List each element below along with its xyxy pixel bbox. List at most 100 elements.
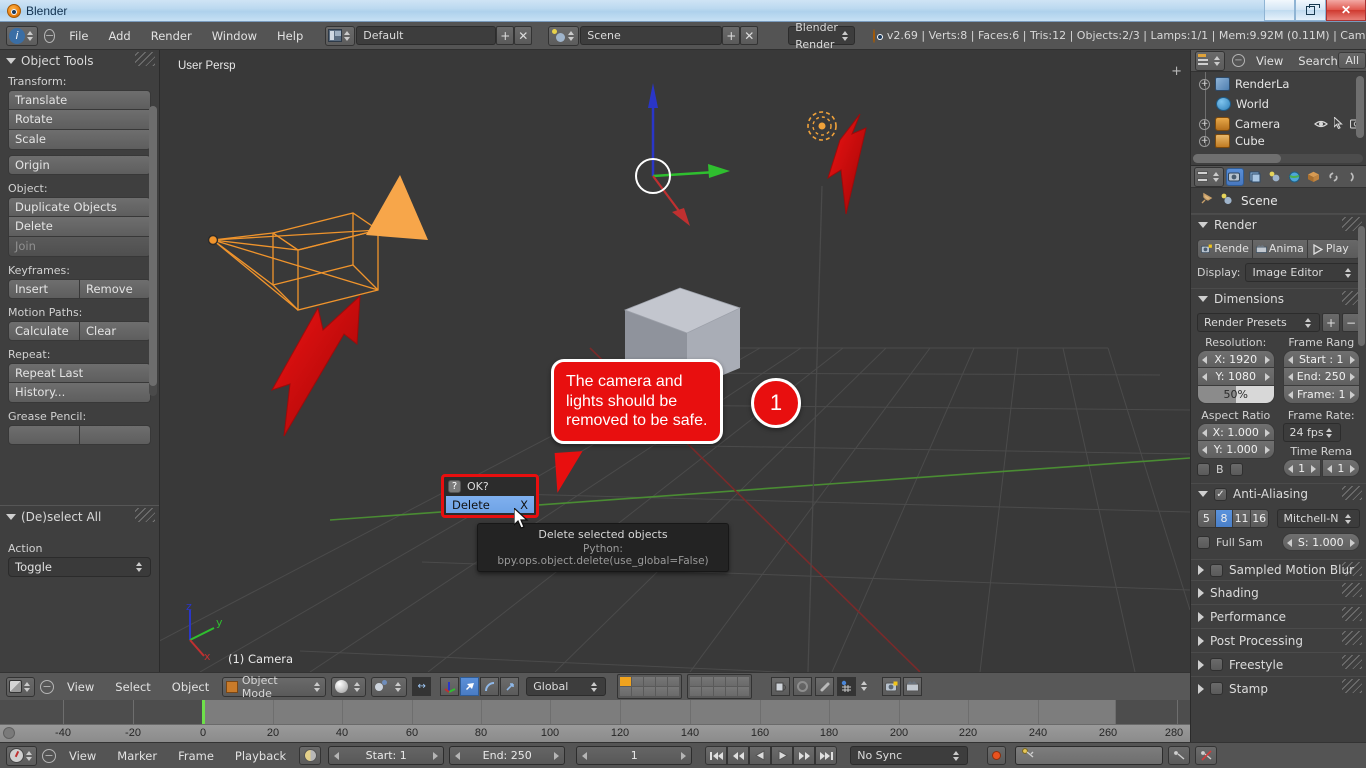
render-animation-button[interactable]: Anima — [1252, 239, 1308, 259]
maximize-button[interactable] — [1295, 0, 1326, 21]
antialiasing-checkbox[interactable]: ✓ — [1214, 487, 1227, 501]
collapse-menu-icon[interactable]: − — [42, 748, 56, 763]
transform-orientation-selector[interactable]: Global — [526, 677, 607, 696]
timeline-menu-view[interactable]: View — [61, 747, 104, 765]
menu-add[interactable]: Add — [100, 27, 138, 45]
render-animation-icon[interactable] — [903, 677, 923, 696]
outliner-horizontal-scrollbar[interactable] — [1193, 154, 1363, 163]
repeat-last-button[interactable]: Repeat Last — [8, 363, 151, 383]
visibility-eye-icon[interactable] — [1314, 118, 1328, 132]
new-screen-button[interactable]: + — [496, 26, 515, 45]
scale-button[interactable]: Scale — [8, 130, 151, 150]
clear-paths-button[interactable]: Clear — [80, 321, 151, 341]
jump-to-start-button[interactable] — [705, 746, 728, 765]
display-mode-selector[interactable]: Image Editor — [1245, 263, 1360, 282]
expand-icon[interactable]: + — [1199, 118, 1210, 130]
properties-tab-object[interactable] — [1306, 168, 1324, 186]
stamp-checkbox[interactable] — [1210, 682, 1223, 695]
timeline-scroll-knob[interactable] — [3, 727, 15, 739]
outliner-menu-search[interactable]: Search — [1294, 52, 1342, 70]
close-button[interactable]: ✕ — [1326, 0, 1366, 21]
manipulator-rotate-toggle[interactable] — [480, 677, 500, 696]
snap-chevron-icon[interactable] — [859, 677, 869, 695]
viewport-menu-select[interactable]: Select — [107, 678, 158, 696]
dimensions-panel-header[interactable]: Dimensions — [1191, 288, 1366, 309]
selectable-cursor-icon[interactable] — [1333, 115, 1344, 132]
time-remap-old-field[interactable]: 1 — [1282, 459, 1321, 477]
aspect-x-field[interactable]: X: 1.000 — [1197, 423, 1275, 441]
translate-button[interactable]: Translate — [8, 90, 151, 110]
full-sample-checkbox[interactable] — [1197, 535, 1210, 549]
properties-tab-render[interactable] — [1226, 167, 1244, 186]
manipulator-enable-toggle[interactable] — [440, 677, 460, 696]
frame-rate-selector[interactable]: 24 fps — [1282, 423, 1341, 442]
outliner-editor-type-selector[interactable] — [1195, 50, 1225, 71]
delete-screen-button[interactable]: ✕ — [514, 26, 533, 45]
properties-scrollbar[interactable] — [1358, 226, 1365, 346]
render-presets-selector[interactable]: Render Presets — [1197, 313, 1320, 332]
antialiasing-panel-header[interactable]: ✓ Anti-Aliasing — [1191, 483, 1366, 504]
new-scene-button[interactable]: + — [722, 26, 741, 45]
proportional-edit-icon[interactable] — [793, 677, 813, 696]
scene-icon-selector[interactable] — [548, 25, 580, 46]
viewport-editor-type-selector[interactable] — [6, 676, 35, 697]
collapse-menu-icon[interactable]: − — [1232, 54, 1245, 67]
menu-help[interactable]: Help — [269, 27, 311, 45]
outliner-row-cube[interactable]: + Cube — [1191, 134, 1366, 148]
expand-icon[interactable]: + — [1199, 78, 1210, 90]
aa-sample-16[interactable]: 16 — [1250, 510, 1268, 527]
time-remap-new-field[interactable]: 1 — [1321, 459, 1360, 477]
play-reverse-button[interactable] — [749, 746, 772, 765]
outliner-filter-all[interactable]: All — [1338, 52, 1366, 69]
render-image-icon[interactable] — [882, 677, 902, 696]
freestyle-checkbox[interactable] — [1210, 658, 1223, 671]
screen-layout-icon-selector[interactable] — [325, 25, 356, 46]
history-button[interactable]: History... — [8, 383, 151, 403]
properties-tab-scene[interactable] — [1266, 168, 1284, 186]
panel-stamp[interactable]: Stamp — [1191, 676, 1366, 700]
screen-layout-field[interactable]: Default — [356, 26, 497, 45]
frame-end-field[interactable]: End: 250 — [1282, 368, 1360, 386]
viewport-shading-selector[interactable] — [331, 676, 367, 697]
insert-keyframe-icon[interactable] — [1168, 746, 1191, 765]
crop-checkbox[interactable] — [1229, 463, 1243, 476]
scene-name-field[interactable]: Scene — [580, 26, 723, 45]
previous-keyframe-button[interactable] — [727, 746, 750, 765]
insert-keyframe-button[interactable]: Insert — [8, 279, 80, 299]
resolution-percentage-slider[interactable]: 50% — [1197, 386, 1275, 404]
object-tools-panel-header[interactable]: Object Tools — [0, 50, 159, 72]
manipulator-scale-toggle[interactable] — [500, 677, 520, 696]
properties-tab-modifiers[interactable] — [1345, 168, 1363, 186]
sync-mode-selector[interactable]: No Sync — [850, 746, 969, 765]
panel-performance[interactable]: Performance — [1191, 604, 1366, 628]
aa-filter-selector[interactable]: Mitchell-N — [1276, 509, 1360, 528]
snap-magnet-icon[interactable] — [815, 677, 835, 696]
manipulator-translate-toggle[interactable] — [460, 677, 480, 696]
render-panel-header[interactable]: Render — [1191, 214, 1366, 235]
next-keyframe-button[interactable] — [793, 746, 816, 765]
aa-sample-5[interactable]: 5 — [1198, 510, 1216, 527]
outliner-row-world[interactable]: World — [1191, 94, 1366, 114]
rotate-button[interactable]: Rotate — [8, 110, 151, 130]
active-keying-set-field[interactable] — [1015, 746, 1164, 765]
aa-sample-8[interactable]: 8 — [1215, 510, 1234, 527]
panel-freestyle[interactable]: Freestyle — [1191, 652, 1366, 676]
frame-step-field[interactable]: Frame: 1 — [1282, 386, 1360, 404]
outliner-row-renderlayers[interactable]: + RenderLa — [1191, 74, 1366, 94]
render-engine-selector[interactable]: Blender Render — [788, 21, 855, 51]
aa-size-field[interactable]: S: 1.000 — [1281, 533, 1360, 551]
delete-button[interactable]: Delete — [8, 217, 151, 237]
viewport-sidebar-toggle-icon[interactable]: + — [1171, 64, 1182, 79]
timeline-playhead[interactable] — [202, 700, 205, 724]
deselect-all-panel-header[interactable]: (De)select All — [0, 506, 159, 528]
outliner-vertical-scrollbar[interactable] — [1356, 76, 1364, 138]
expand-icon[interactable]: + — [1199, 135, 1210, 147]
panel-post-processing[interactable]: Post Processing — [1191, 628, 1366, 652]
frame-start-field[interactable]: Start : 1 — [1282, 350, 1360, 368]
aa-samples-segmented[interactable]: 5 8 11 16 — [1197, 509, 1269, 528]
action-dropdown[interactable]: Toggle — [8, 557, 151, 577]
manipulate-center-points-toggle[interactable]: ↔ — [412, 677, 432, 696]
scene-layers-group-2[interactable] — [687, 674, 753, 699]
menu-file[interactable]: File — [61, 27, 96, 45]
collapse-menu-icon[interactable]: − — [40, 679, 54, 694]
